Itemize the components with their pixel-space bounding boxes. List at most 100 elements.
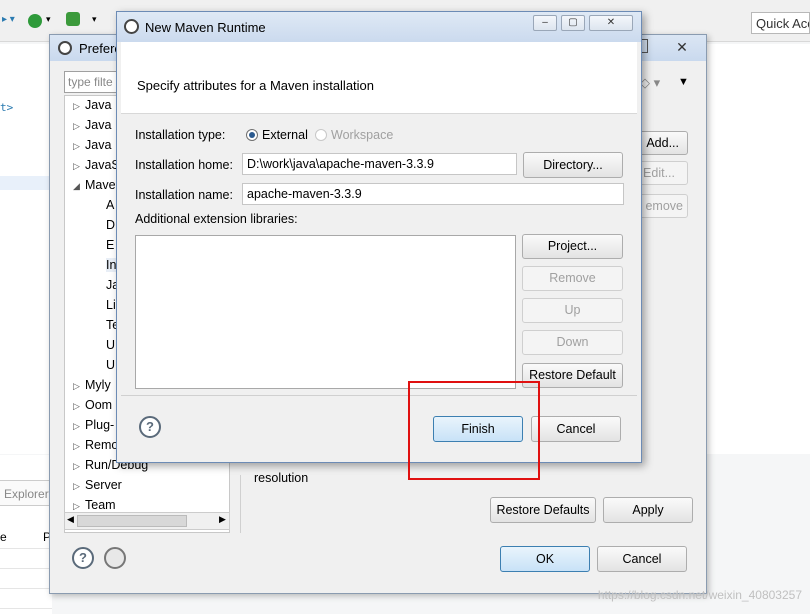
expand-right-icon[interactable]: ▷ <box>73 421 85 432</box>
tree-item-label: Java <box>85 98 112 112</box>
workspace-radio[interactable] <box>315 129 327 141</box>
tree-item-label: Java <box>85 138 112 152</box>
tree-item[interactable]: ▷ Remo <box>73 438 118 452</box>
installation-name-label: Installation name: <box>135 188 233 202</box>
tree-item[interactable]: ▷ Myly <box>73 378 111 392</box>
tree-item[interactable]: Li <box>106 298 116 312</box>
expand-right-icon[interactable]: ▷ <box>73 481 85 492</box>
down-button[interactable]: Down <box>522 330 623 355</box>
tree-item[interactable]: ▷ JavaS <box>73 158 120 172</box>
tree-item[interactable]: ▷ Plug- <box>73 418 114 432</box>
tree-item[interactable]: U <box>106 358 115 372</box>
quick-access-input[interactable]: Quick Acc <box>751 12 810 34</box>
toolbar-arrow-icon[interactable]: ▸ ▾ <box>2 14 15 25</box>
expand-down-icon[interactable]: ◢ <box>73 181 85 192</box>
maven-dialog-icon <box>124 19 139 34</box>
grid-line <box>0 588 52 589</box>
expand-right-icon[interactable]: ▷ <box>73 441 85 452</box>
debug-dropdown-icon[interactable]: ▾ <box>92 14 97 25</box>
tree-item-label: Li <box>106 298 116 312</box>
code-fragment: t> <box>0 101 14 114</box>
scroll-left-icon[interactable]: ◀ <box>67 514 74 525</box>
extension-libraries-list[interactable] <box>135 235 516 389</box>
grid-line <box>0 608 52 609</box>
run-icon[interactable] <box>28 14 42 28</box>
maximize-icon[interactable]: ▢ <box>561 15 585 31</box>
tree-item-label: U <box>106 358 116 372</box>
add-button[interactable]: Add... <box>636 131 688 155</box>
tree-item[interactable]: ▷ Server <box>73 478 122 492</box>
maven-header-text: Specify attributes for a Maven installat… <box>137 78 375 93</box>
external-radio-label[interactable]: External <box>262 128 308 142</box>
run-dropdown-icon[interactable]: ▾ <box>46 14 51 25</box>
expand-right-icon[interactable]: ▷ <box>73 461 85 472</box>
ok-button[interactable]: OK <box>500 546 590 572</box>
footer-separator <box>121 395 637 396</box>
watermark: https://blog.csdn.net/weixin_40803257 <box>597 588 802 602</box>
import-export-icon[interactable] <box>104 547 126 569</box>
editor-highlight-line <box>0 176 52 190</box>
tree-item[interactable]: ▷ Java <box>73 118 111 132</box>
close-icon[interactable]: ✕ <box>664 38 700 56</box>
expand-right-icon[interactable]: ▷ <box>73 161 85 172</box>
tree-item[interactable]: A <box>106 198 114 212</box>
tree-item[interactable]: U <box>106 338 115 352</box>
filter-input[interactable]: type filte <box>64 71 120 93</box>
explorer-tab[interactable]: Explorer <box>0 480 52 506</box>
maven-cancel-button[interactable]: Cancel <box>531 416 621 442</box>
remove-library-button[interactable]: Remove <box>522 266 623 291</box>
right-pane-border <box>240 475 241 533</box>
close-icon[interactable]: ✕ <box>589 15 633 31</box>
grid-line <box>0 548 52 549</box>
resolution-text: resolution <box>254 471 309 485</box>
tree-item-label: JavaS <box>85 158 120 172</box>
tree-item[interactable]: ▷ Team <box>73 498 116 512</box>
tree-item-label: Plug- <box>85 418 115 432</box>
expand-right-icon[interactable]: ▷ <box>73 121 85 132</box>
apply-button[interactable]: Apply <box>603 497 693 523</box>
nav-back-icon[interactable]: ◇ ▾ <box>640 75 660 91</box>
tree-item[interactable]: E <box>106 238 114 252</box>
tree-item[interactable]: ◢ Mave <box>73 178 116 192</box>
tree-item[interactable]: ▷ Java <box>73 98 111 112</box>
help-icon[interactable]: ? <box>72 547 94 569</box>
directory-button[interactable]: Directory... <box>523 152 623 178</box>
expand-right-icon[interactable]: ▷ <box>73 141 85 152</box>
debug-server-icon[interactable] <box>66 12 80 26</box>
tree-item-label: In <box>106 258 117 272</box>
help-icon[interactable]: ? <box>139 416 161 438</box>
tree-item[interactable]: ▷ Java <box>73 138 111 152</box>
tree-item-label: Remo <box>85 438 119 452</box>
installation-name-field[interactable]: apache-maven-3.3.9 <box>242 183 624 205</box>
preferences-icon <box>58 41 72 55</box>
tree-item-label: D <box>106 218 116 232</box>
view-menu-icon[interactable]: ▼ <box>678 76 689 88</box>
maven-dialog-title: New Maven Runtime <box>145 20 266 35</box>
tree-item[interactable]: ▷ Oom <box>73 398 112 412</box>
scroll-right-icon[interactable]: ▶ <box>219 514 226 525</box>
maven-title-bar[interactable]: New Maven Runtime – ▢ ✕ <box>117 12 641 42</box>
maven-header-area: Specify attributes for a Maven installat… <box>121 42 637 114</box>
installation-home-field[interactable]: D:\work\java\apache-maven-3.3.9 <box>242 153 517 175</box>
project-button[interactable]: Project... <box>522 234 623 259</box>
tree-item[interactable]: In <box>106 258 117 272</box>
remove-button[interactable]: emove <box>636 194 688 218</box>
installation-type-label: Installation type: <box>135 128 226 142</box>
edit-button[interactable]: Edit... <box>636 161 688 185</box>
tree-item[interactable]: D <box>106 218 115 232</box>
tree-horizontal-scrollbar[interactable]: ◀ ▶ <box>64 512 230 530</box>
expand-right-icon[interactable]: ▷ <box>73 401 85 412</box>
restore-defaults-button[interactable]: Restore Defaults <box>490 497 596 523</box>
external-radio[interactable] <box>246 129 258 141</box>
cancel-button[interactable]: Cancel <box>597 546 687 572</box>
up-button[interactable]: Up <box>522 298 623 323</box>
tree-item-label: Oom <box>85 398 113 412</box>
expand-right-icon[interactable]: ▷ <box>73 381 85 392</box>
workspace-radio-label[interactable]: Workspace <box>331 128 393 142</box>
minimize-icon[interactable]: – <box>533 15 557 31</box>
grid-line <box>0 568 52 569</box>
scrollbar-thumb[interactable] <box>77 515 187 527</box>
expand-right-icon[interactable]: ▷ <box>73 501 85 512</box>
expand-right-icon[interactable]: ▷ <box>73 101 85 112</box>
tree-item-label: Server <box>85 478 122 492</box>
